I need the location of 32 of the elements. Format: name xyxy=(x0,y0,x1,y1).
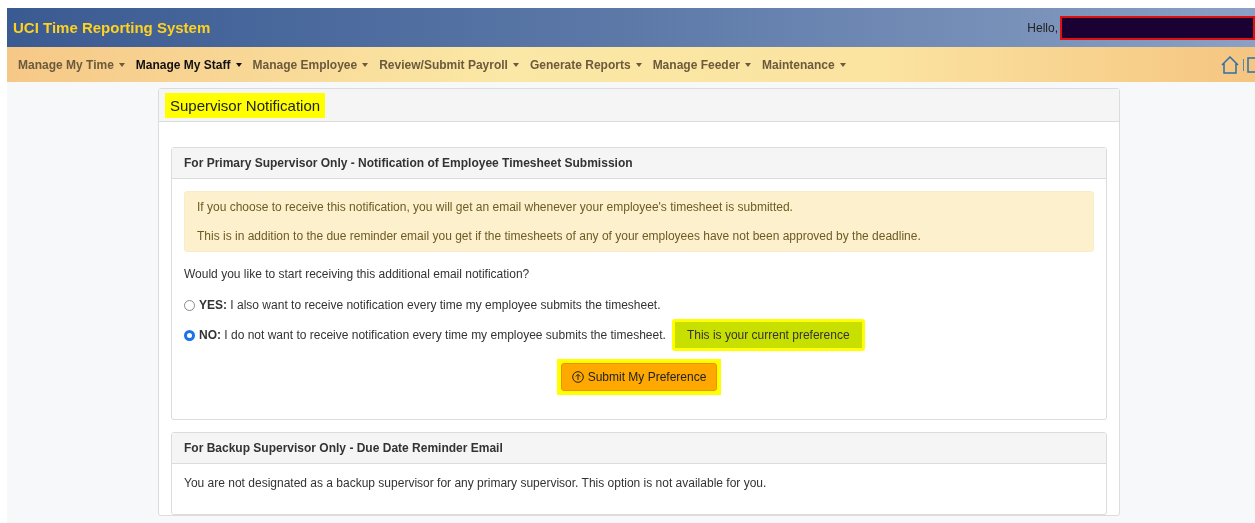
caret-icon xyxy=(118,62,125,67)
current-preference-badge: This is your current preference xyxy=(671,319,865,351)
panel-title: For Primary Supervisor Only - Notification of Employee Timesheet Submission xyxy=(172,148,1106,179)
caret-icon xyxy=(635,62,642,67)
notice-text: This is in addition to the due reminder email you get if the timesheets of any of your employees have not been approved by the deadline. xyxy=(197,229,922,243)
notice-text: If you choose to receive this notification, you will get an email whenever your employee's timesheet is submitted. xyxy=(197,200,794,214)
nav-menu-item[interactable]: Manage My Time xyxy=(18,57,131,72)
page-title: Supervisor Notification xyxy=(169,96,322,115)
panel-title: For Backup Supervisor Only - Due Date Reminder Email xyxy=(172,433,1106,464)
option-label: NO: I do not want to receive notification every time my employee submits the timesheet. xyxy=(199,328,666,342)
nav-menu-item[interactable]: Review/Submit Payroll xyxy=(379,57,525,72)
logout-icon[interactable] xyxy=(1247,56,1255,73)
option-label: YES: I also want to receive notification every time my employee submits the timesheet. xyxy=(199,298,661,312)
panel-text: You are not designated as a backup supervisor for any primary supervisor. This option is not available for you. xyxy=(184,476,768,490)
nav-menu-item[interactable]: Manage Employee xyxy=(252,57,375,72)
greeting-text: Hello, xyxy=(1027,20,1058,35)
radio-button[interactable] xyxy=(184,329,195,341)
caret-icon xyxy=(745,62,751,67)
home-icon[interactable] xyxy=(1220,55,1240,74)
caret-icon xyxy=(512,62,519,67)
radio-button[interactable] xyxy=(184,299,195,311)
upload-icon xyxy=(571,371,584,383)
caret-icon xyxy=(362,62,369,67)
submit-button[interactable]: Submit My Preference xyxy=(560,363,718,391)
nav-menu-item[interactable]: Manage My Staff xyxy=(135,57,248,72)
nav-menu-item[interactable]: Manage Feeder xyxy=(652,57,757,72)
app-title: UCI Time Reporting System xyxy=(13,19,211,36)
question-text: Would you like to start receiving this additional email notification? xyxy=(184,267,531,281)
caret-icon xyxy=(235,62,242,67)
nav-menu-item[interactable]: Maintenance xyxy=(762,57,852,72)
nav-menu-item[interactable]: Generate Reports xyxy=(529,57,648,72)
caret-icon xyxy=(839,62,846,67)
